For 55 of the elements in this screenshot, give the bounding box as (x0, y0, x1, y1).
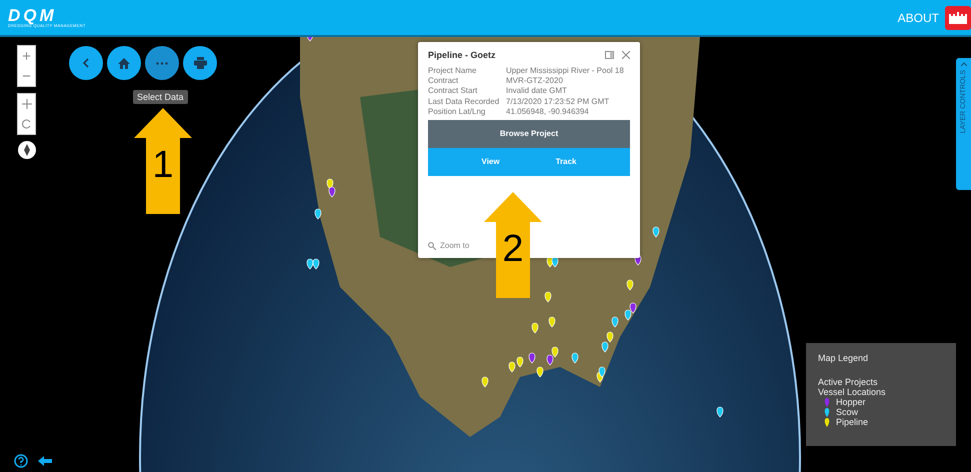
map-pin-icon[interactable] (598, 366, 606, 378)
map-pin-icon[interactable] (312, 258, 320, 270)
map-pin-icon[interactable] (328, 186, 336, 198)
help-icon[interactable] (14, 454, 28, 468)
field-label: Position Lat/Lng (428, 106, 486, 116)
legend-label: Pipeline (836, 417, 868, 427)
callout-number: 1 (152, 146, 174, 184)
map-pin-icon[interactable] (716, 406, 724, 418)
home-icon (118, 58, 130, 68)
field-value: Upper Mississippi River - Pool 18 (506, 66, 625, 76)
more-icon (156, 62, 168, 64)
dock-icon[interactable] (605, 51, 614, 59)
chevron-up-icon (960, 62, 966, 66)
legend-title: Map Legend (818, 353, 870, 363)
map-pin-icon[interactable] (630, 302, 636, 314)
popup-title: Pipeline - Goetz (428, 50, 496, 60)
legend-heading: Vessel Locations (818, 387, 887, 397)
map-pin-icon[interactable] (306, 258, 314, 270)
print-button[interactable] (183, 46, 217, 80)
rotate-icon (22, 119, 32, 129)
map-pin-icon[interactable] (546, 354, 554, 366)
legend-label: Scow (836, 407, 858, 417)
popup-button[interactable]: View Track (428, 148, 630, 176)
compass-icon (24, 144, 30, 156)
field-label: Contract Start (428, 86, 478, 96)
close-icon[interactable] (622, 51, 630, 59)
legend-label: Hopper (836, 397, 866, 407)
map-pin-icon[interactable] (536, 366, 544, 378)
map-pin-icon[interactable] (528, 352, 536, 364)
field-value: 41.056948, -90.946394 (506, 106, 590, 116)
map-pin-icon[interactable] (326, 178, 334, 190)
map-pin-icon[interactable] (314, 208, 322, 220)
field-label: Project Name (428, 66, 478, 76)
field-value: Invalid date GMT (506, 86, 568, 96)
arrow-left-icon[interactable] (38, 456, 52, 466)
more-button[interactable] (145, 46, 179, 80)
chevron-left-icon (82, 58, 90, 68)
callout-number: 2 (502, 230, 524, 268)
move-icon (22, 99, 32, 109)
print-icon (194, 57, 206, 69)
tooltip: Select Data (133, 90, 188, 104)
legend-heading: Active Projects (818, 377, 879, 387)
popup-button[interactable]: Browse Project (428, 120, 630, 148)
castle-logo-icon[interactable] (945, 6, 971, 30)
map-pin-icon[interactable] (306, 37, 314, 42)
compass-button[interactable] (18, 141, 36, 159)
home-button[interactable] (107, 46, 141, 80)
field-value: MVR-GTZ-2020 (506, 76, 564, 86)
about-link[interactable]: ABOUT (898, 10, 939, 24)
field-value: 7/13/2020 17:23:52 PM GMT (506, 96, 610, 106)
back-button[interactable] (69, 46, 103, 80)
field-label: Last Data Recorded (428, 96, 500, 106)
field-label: Contract (428, 76, 460, 86)
map-pin-icon[interactable] (624, 310, 632, 320)
search-icon (428, 242, 436, 250)
